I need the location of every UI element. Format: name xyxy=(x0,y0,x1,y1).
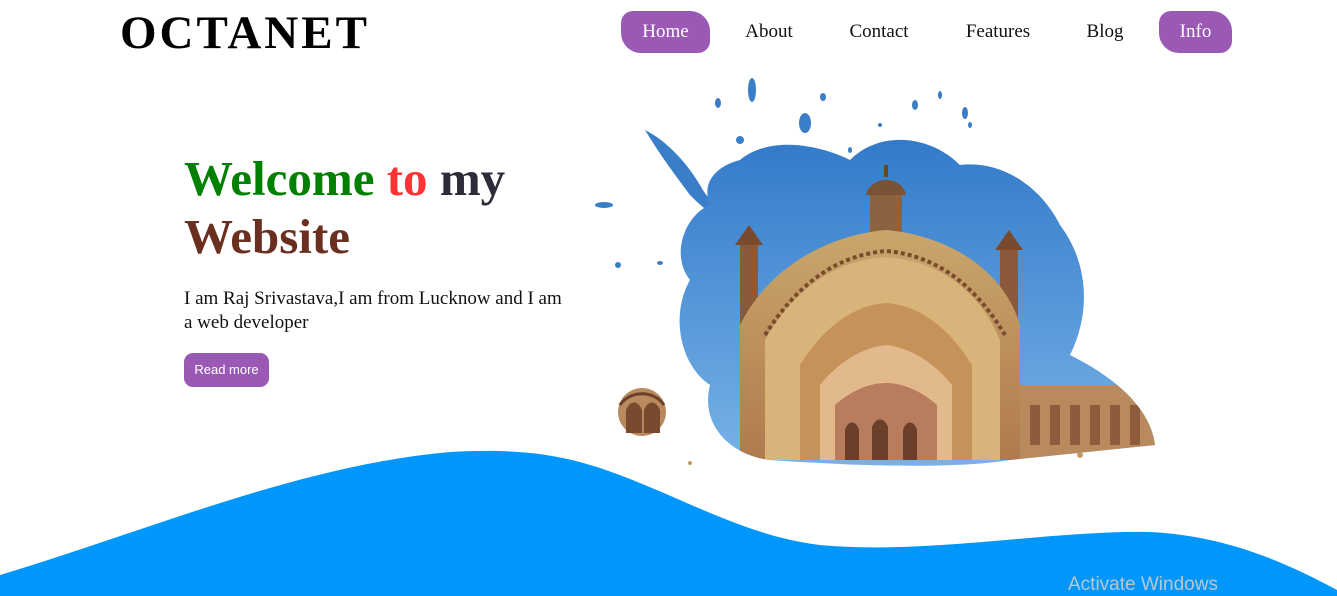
site-logo[interactable]: OCTANET xyxy=(120,6,370,60)
monument-image xyxy=(679,139,1155,466)
small-arch-inset xyxy=(618,388,666,436)
nav-about[interactable]: About xyxy=(729,11,809,53)
nav-home[interactable]: Home xyxy=(621,11,710,53)
activate-windows-watermark: Activate Windows xyxy=(1068,574,1218,595)
hero-title: Welcome to my Website xyxy=(184,150,604,266)
nav-blog[interactable]: Blog xyxy=(1071,11,1139,53)
hero-title-website: Website xyxy=(184,209,351,264)
nav-contact[interactable]: Contact xyxy=(833,11,925,53)
read-more-button[interactable]: Read more xyxy=(184,353,269,387)
nav-info[interactable]: Info xyxy=(1159,11,1232,53)
hero-title-my: my xyxy=(439,151,506,206)
hero-title-to: to xyxy=(386,151,428,206)
nav-features[interactable]: Features xyxy=(951,11,1045,53)
hero-description: I am Raj Srivastava,I am from Lucknow an… xyxy=(184,288,562,333)
hero-title-welcome: Welcome xyxy=(184,151,375,206)
monument-splash-illustration xyxy=(595,78,1155,466)
page: OCTANET Home About Contact Features Blog… xyxy=(0,0,1337,596)
blue-wave-background xyxy=(0,450,1337,596)
